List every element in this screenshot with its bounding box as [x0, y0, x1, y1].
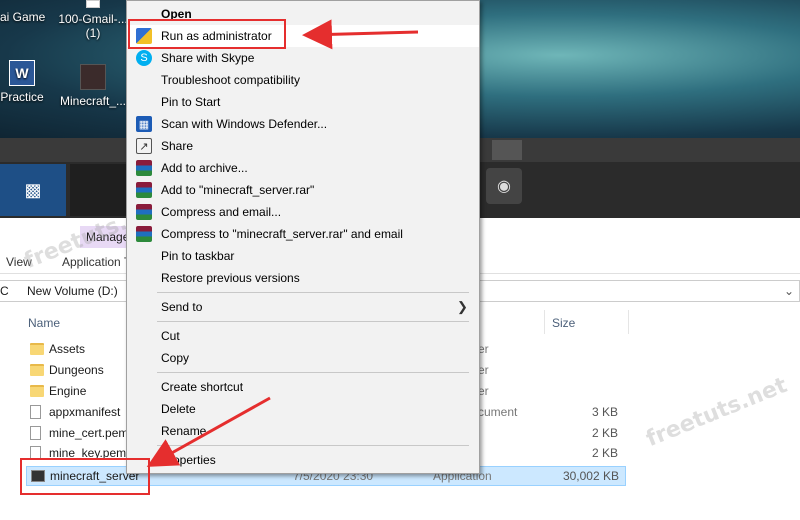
arrow-to-minecraft-server — [146, 396, 271, 467]
arrow-to-run-as-admin — [302, 19, 419, 50]
annotation-arrows — [146, 19, 419, 467]
